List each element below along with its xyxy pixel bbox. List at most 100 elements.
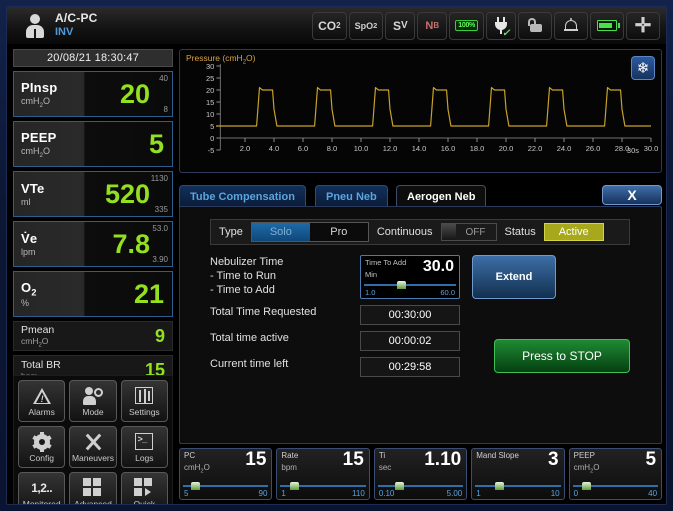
toggle-state-label: OFF [465, 226, 486, 238]
battery-percent-icon[interactable]: 100% [449, 11, 484, 40]
monitored-param-vte[interactable]: VTe ml 520 1130 335 [13, 171, 173, 217]
warning-triangle-icon: ! [32, 386, 52, 406]
tools-icon [83, 432, 103, 452]
continuous-toggle[interactable]: OFF [440, 223, 497, 241]
tab-tube-compensation[interactable]: Tube Compensation [179, 185, 306, 207]
setting-unit: cmH2O [184, 463, 210, 475]
vent-mode-label: A/C-PC [55, 11, 98, 26]
press-to-stop-button[interactable]: Press to STOP [494, 339, 630, 373]
lock-icon[interactable] [518, 11, 552, 40]
neb-line-2: - Time to Run [210, 270, 277, 282]
nebulizer-time-row: Nebulizer Time - Time to Run - Time to A… [210, 255, 630, 299]
patient-mode-block[interactable]: A/C-PC INV [7, 11, 307, 39]
toggle-knob [441, 224, 456, 240]
setting-max: 110 [352, 489, 365, 498]
svg-text:12.0: 12.0 [383, 144, 398, 153]
type-row: Type Solo Pro Continuous OFF Status Acti… [210, 219, 630, 245]
power-plug-icon[interactable]: ✓ [486, 11, 516, 40]
setting-max: 40 [648, 489, 658, 498]
pressure-chart: -5 0 5 10 15 20 25 30 2.0 4.0 6.0 8.0 10.0 12.0 14.0 16… [206, 62, 659, 155]
ventilator-screen: A/C-PC INV CO 2 SpO 2 SV NB 100% ✓ ✛ 20/… [0, 0, 673, 511]
svg-text:10: 10 [206, 110, 214, 119]
param-limit-high: 1130 [150, 174, 168, 183]
setting-knob[interactable] [495, 482, 505, 490]
param-name: Pmean [21, 323, 55, 336]
setting-ti[interactable]: Ti sec 1.10 0.10 5.00 [373, 448, 468, 500]
grid-play-icon [134, 477, 154, 498]
param-unit: ml [21, 197, 31, 207]
alarm-bell-icon[interactable] [554, 11, 588, 40]
svg-text:26.0: 26.0 [586, 144, 601, 153]
button-label: Advanced [74, 498, 112, 505]
monitored-param-peep[interactable]: PEEP cmH2O 5 [13, 121, 173, 167]
setting-mand-slope[interactable]: Mand Slope 3 1 10 [471, 448, 565, 500]
setting-knob[interactable] [290, 482, 300, 490]
button-label: Settings [128, 406, 160, 417]
quick-button[interactable]: Quick [120, 472, 168, 504]
battery-icon[interactable] [590, 11, 624, 40]
svg-text:18.0: 18.0 [470, 144, 485, 153]
close-icon[interactable]: X [602, 185, 662, 205]
status-label: Status [504, 226, 536, 238]
row-label: Current time left [210, 358, 289, 370]
setting-track[interactable] [475, 485, 561, 487]
param-name: PInsp [21, 79, 58, 95]
setting-knob[interactable] [190, 482, 200, 490]
setting-peep[interactable]: PEEP cmH2O 5 0 40 [568, 448, 663, 500]
maneuvers-button[interactable]: Maneuvers [69, 426, 117, 468]
svg-text:6.0: 6.0 [298, 144, 308, 153]
setting-pc[interactable]: PC cmH2O 15 5 90 [179, 448, 273, 500]
alarms-button[interactable]: ! Alarms [18, 380, 66, 422]
time-to-add-spinner[interactable]: Time To Add Min 30.0 1.0 60.0 [360, 255, 460, 299]
param-limit-low: 3.90 [152, 255, 168, 264]
type-option-solo[interactable]: Solo [251, 223, 310, 241]
numbers-icon: 1,2.. [31, 480, 53, 495]
svg-text:8.0: 8.0 [327, 144, 337, 153]
spinner-knob[interactable] [397, 281, 406, 289]
sv-icon[interactable]: SV [385, 11, 416, 40]
setting-name: PEEP [573, 451, 595, 460]
type-option-pro[interactable]: Pro [309, 223, 368, 241]
config-button[interactable]: Config [18, 426, 66, 468]
type-segmented-control[interactable]: Solo Pro [250, 222, 369, 242]
snowflake-icon[interactable]: ❄ [631, 56, 655, 80]
setting-min: 0.10 [378, 489, 395, 498]
logs-button[interactable]: >_ Logs [120, 426, 168, 468]
setting-knob[interactable] [582, 482, 592, 490]
extend-button[interactable]: Extend [472, 255, 556, 299]
monitored-param-o2[interactable]: O2 % 21 [13, 271, 173, 317]
button-label: Alarms [28, 406, 55, 417]
setting-min: 1 [476, 489, 481, 498]
monitored-button[interactable]: 1,2.. Monitored [18, 472, 66, 504]
tab-pneu-neb[interactable]: Pneu Neb [315, 185, 388, 207]
setting-value: 15 [342, 449, 364, 470]
setting-track[interactable] [377, 485, 464, 487]
advanced-button[interactable]: Advanced [69, 472, 117, 505]
monitored-param-ve[interactable]: V̇e lpm 7.8 53.0 3.90 [13, 221, 173, 267]
monitored-param-pinsp[interactable]: PInsp cmH2O 20 40 8 [13, 71, 173, 117]
setting-knob[interactable] [394, 482, 404, 490]
vent-type-label: INV [55, 26, 74, 39]
svg-text:30: 30 [206, 62, 214, 71]
row-label: Total Time Requested [210, 306, 317, 318]
plus-icon[interactable]: ✛ [626, 11, 660, 40]
monitored-param-pmean[interactable]: Pmean cmH2O 9 [13, 321, 173, 351]
co2-icon[interactable]: CO 2 [312, 11, 347, 40]
setting-max: 90 [258, 489, 268, 498]
nb-icon[interactable]: NB [417, 11, 448, 40]
settings-button[interactable]: Settings [120, 380, 168, 422]
param-unit: cmH2O [21, 335, 49, 349]
tab-aerogen-neb[interactable]: Aerogen Neb [396, 185, 487, 207]
tab-label: Aerogen Neb [407, 190, 476, 203]
param-value: 20 [119, 78, 150, 109]
setting-rate[interactable]: Rate bpm 15 1 110 [276, 448, 370, 500]
button-label: Logs [135, 452, 154, 463]
spinner-value: 30.0 [422, 258, 454, 275]
svg-text:30.0: 30.0 [644, 144, 659, 153]
svg-text:10.0: 10.0 [354, 144, 369, 153]
pressure-waveform-panel: Pressure (cmH2O) -5 0 5 10 15 20 25 30 2.0 4.0 6.0… [179, 49, 662, 173]
spo2-icon[interactable]: SpO 2 [348, 11, 384, 40]
grid-icon [82, 477, 103, 498]
spinner-track[interactable] [364, 284, 456, 286]
mode-button[interactable]: Mode [69, 380, 117, 422]
